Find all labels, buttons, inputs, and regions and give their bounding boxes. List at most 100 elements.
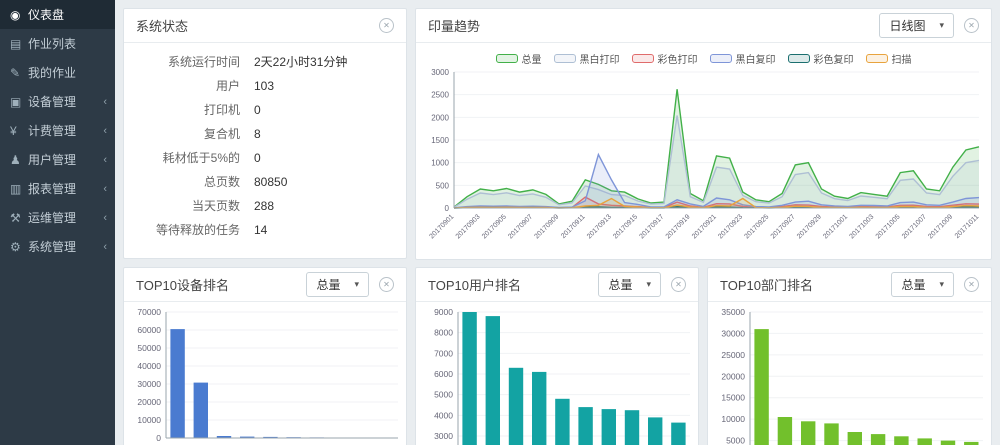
- svg-text:20171005: 20171005: [875, 213, 902, 240]
- close-icon[interactable]: ✕: [379, 277, 394, 292]
- job-list-icon: ▤: [10, 37, 28, 51]
- status-label: 打印机: [140, 104, 240, 117]
- svg-text:1000: 1000: [431, 159, 449, 168]
- svg-text:500: 500: [436, 181, 450, 190]
- user-rank-chart[interactable]: 0100020003000400050006000700080009000: [418, 306, 698, 445]
- svg-text:20170905: 20170905: [481, 213, 508, 240]
- sidebar-item-label: 运维管理: [28, 209, 76, 226]
- trend-legend: 总量黑白打印 彩色打印黑白复印 彩色复印扫描: [416, 50, 991, 66]
- svg-text:20170919: 20170919: [665, 213, 692, 240]
- metric-select-value: 总量: [901, 276, 925, 293]
- status-value: 0: [254, 152, 261, 165]
- sidebar-item-user-mgmt[interactable]: ♟ 用户管理 ‹: [0, 145, 115, 174]
- close-icon[interactable]: ✕: [671, 277, 686, 292]
- sidebar-item-job-list[interactable]: ▤ 作业列表: [0, 29, 115, 58]
- legend-item[interactable]: 彩色复印: [788, 51, 854, 66]
- trend-chart[interactable]: 0500100015002000250030002017090120170903…: [418, 66, 991, 256]
- legend-marker: [710, 54, 732, 63]
- status-label: 当天页数: [140, 200, 240, 213]
- svg-text:20170903: 20170903: [455, 213, 482, 240]
- close-icon[interactable]: ✕: [964, 277, 979, 292]
- status-row: 打印机 0: [140, 104, 390, 117]
- dept-rank-chart[interactable]: 05000100001500020000250003000035000: [710, 306, 991, 445]
- svg-text:0: 0: [445, 204, 450, 213]
- panel-title: 系统状态: [136, 16, 188, 35]
- chevron-icon: ‹: [103, 125, 107, 137]
- close-icon[interactable]: ✕: [964, 18, 979, 33]
- status-label: 耗材低于5%的: [140, 152, 240, 165]
- sidebar-item-report-mgmt[interactable]: ▥ 报表管理 ‹: [0, 174, 115, 203]
- sidebar-item-system-mgmt[interactable]: ⚙ 系统管理 ‹: [0, 232, 115, 261]
- metric-select[interactable]: 总量 ▾: [891, 272, 954, 297]
- svg-text:20171011: 20171011: [954, 213, 981, 240]
- sidebar-item-dashboard[interactable]: ◉ 仪表盘: [0, 0, 115, 29]
- status-value: 14: [254, 224, 267, 237]
- metric-select[interactable]: 总量 ▾: [306, 272, 369, 297]
- svg-text:20170907: 20170907: [507, 213, 534, 240]
- legend-item[interactable]: 黑白复印: [710, 51, 776, 66]
- svg-text:20170925: 20170925: [743, 213, 770, 240]
- svg-text:20170901: 20170901: [428, 213, 455, 240]
- legend-label: 总量: [522, 51, 542, 66]
- status-label: 总页数: [140, 176, 240, 189]
- printer-icon: ▣: [10, 95, 28, 109]
- sidebar-item-my-jobs[interactable]: ✎ 我的作业: [0, 58, 115, 87]
- sidebar-item-label: 报表管理: [28, 180, 76, 197]
- chevron-icon: ‹: [103, 241, 107, 253]
- device-rank-chart[interactable]: 010000200003000040000500006000070000: [126, 306, 406, 445]
- metric-select[interactable]: 总量 ▾: [598, 272, 661, 297]
- svg-text:5000: 5000: [434, 390, 453, 400]
- gear-icon: ⚙: [10, 240, 28, 254]
- report-chart-icon: ▥: [10, 182, 28, 196]
- legend-item[interactable]: 总量: [496, 51, 542, 66]
- status-row: 总页数 80850: [140, 176, 390, 189]
- svg-text:20171001: 20171001: [822, 213, 849, 240]
- svg-text:10000: 10000: [137, 415, 161, 425]
- top10-dept-panel: TOP10部门排名 总量 ▾ ✕ 05000100001500020000250…: [707, 267, 992, 445]
- panel-title: 印量趋势: [428, 16, 480, 35]
- svg-text:20170921: 20170921: [691, 213, 718, 240]
- panel-header: 印量趋势 日线图 ▾ ✕: [416, 9, 991, 43]
- svg-text:20170909: 20170909: [533, 213, 560, 240]
- chevron-icon: ‹: [103, 212, 107, 224]
- svg-text:20170929: 20170929: [796, 213, 823, 240]
- status-label: 系统运行时间: [140, 56, 240, 69]
- sidebar-item-ops-mgmt[interactable]: ⚒ 运维管理 ‹: [0, 203, 115, 232]
- svg-text:20171003: 20171003: [848, 213, 875, 240]
- svg-text:20170917: 20170917: [638, 213, 665, 240]
- svg-text:8000: 8000: [434, 328, 453, 338]
- legend-label: 彩色复印: [814, 51, 854, 66]
- svg-text:3000: 3000: [431, 68, 449, 77]
- chevron-icon: ‹: [103, 183, 107, 195]
- period-select[interactable]: 日线图 ▾: [879, 13, 954, 38]
- sidebar-item-billing-mgmt[interactable]: ¥ 计费管理 ‹: [0, 116, 115, 145]
- legend-item[interactable]: 黑白打印: [554, 51, 620, 66]
- svg-text:30000: 30000: [137, 379, 161, 389]
- status-row: 系统运行时间 2天22小时31分钟: [140, 56, 390, 69]
- svg-text:35000: 35000: [721, 307, 745, 317]
- status-label: 等待释放的任务: [140, 224, 240, 237]
- svg-text:2500: 2500: [431, 91, 449, 100]
- svg-text:0: 0: [156, 433, 161, 443]
- sidebar: ◉ 仪表盘 ▤ 作业列表 ✎ 我的作业 ▣ 设备管理 ‹ ¥ 计费管理 ‹ ♟ …: [0, 0, 115, 445]
- sidebar-item-label: 用户管理: [28, 151, 76, 168]
- svg-text:6000: 6000: [434, 369, 453, 379]
- print-trend-panel: 印量趋势 日线图 ▾ ✕ 总量黑白打印 彩色打印黑白复印 彩色复印扫描 0 500 10…: [415, 8, 992, 260]
- legend-item[interactable]: 彩色打印: [632, 51, 698, 66]
- legend-item[interactable]: 扫描: [866, 51, 912, 66]
- svg-text:20171009: 20171009: [927, 213, 954, 240]
- status-row: 当天页数 288: [140, 200, 390, 213]
- panel-header: TOP10部门排名 总量 ▾ ✕: [708, 268, 991, 302]
- panel-title: TOP10用户排名: [428, 275, 521, 294]
- close-icon[interactable]: ✕: [379, 18, 394, 33]
- svg-text:20171007: 20171007: [901, 213, 928, 240]
- legend-label: 彩色打印: [658, 51, 698, 66]
- panel-header: 系统状态 ✕: [124, 9, 406, 43]
- status-value: 288: [254, 200, 274, 213]
- sidebar-item-label: 我的作业: [28, 64, 76, 81]
- svg-text:20170927: 20170927: [770, 213, 797, 240]
- legend-marker: [632, 54, 654, 63]
- chevron-down-icon: ▾: [354, 279, 359, 290]
- chevron-down-icon: ▾: [646, 279, 651, 290]
- sidebar-item-device-mgmt[interactable]: ▣ 设备管理 ‹: [0, 87, 115, 116]
